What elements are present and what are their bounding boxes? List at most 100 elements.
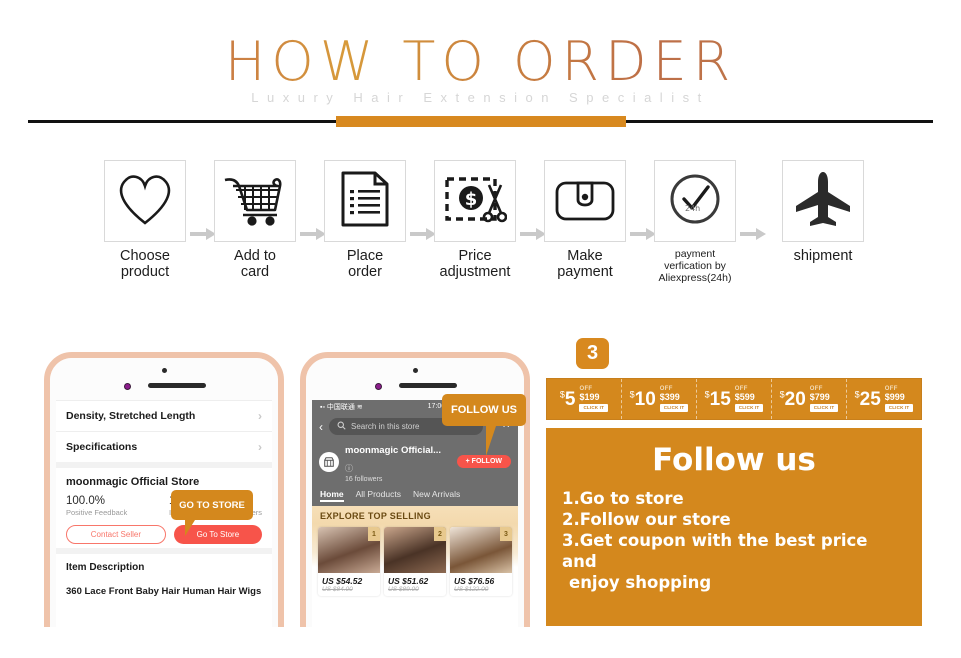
item-description-text: 360 Lace Front Baby Hair Human Hair Wigs bbox=[66, 586, 262, 597]
coupon-details: OFF $399 CLICK IT bbox=[659, 386, 689, 412]
product-old-price: US $89.00 bbox=[388, 586, 419, 593]
step-label: Place order bbox=[346, 248, 384, 280]
coupon-claim-button[interactable]: CLICK IT bbox=[809, 404, 839, 412]
follow-step-3-continued: enjoy shopping bbox=[569, 573, 712, 592]
top-selling-banner: EXPLORE TOP SELLING bbox=[312, 506, 518, 524]
callout-text: GO TO STORE bbox=[179, 499, 245, 511]
svg-text:$: $ bbox=[465, 189, 478, 210]
step-badge-3: 3 bbox=[576, 338, 609, 369]
step-label: Price adjustment bbox=[439, 248, 511, 280]
product-image: 3 bbox=[450, 527, 512, 573]
coupon-details: OFF $199 CLICK IT bbox=[579, 386, 609, 412]
signal-icon: ▪▫ bbox=[320, 403, 325, 411]
coupon-item[interactable]: $25 OFF $999 CLICK IT bbox=[847, 379, 921, 419]
phone-mockups: Density, Stretched Length › Specificatio… bbox=[0, 352, 540, 658]
coupon-strip: $5 OFF $199 CLICK IT $10 OFF $399 CLICK … bbox=[546, 378, 922, 420]
coupon-claim-button[interactable]: CLICK IT bbox=[659, 404, 689, 412]
product-card[interactable]: 2 US $51.62 US $89.00 bbox=[384, 527, 446, 596]
coupon-details: OFF $999 CLICK IT bbox=[884, 386, 914, 412]
header: HOW TO ORDER Luxury Hair Extension Speci… bbox=[0, 0, 961, 134]
coupon-item[interactable]: $15 OFF $599 CLICK IT bbox=[697, 379, 772, 419]
store-name: moonmagic Official... bbox=[345, 445, 442, 456]
step-label: Add to card bbox=[234, 248, 276, 280]
svg-text:24h: 24h bbox=[685, 204, 700, 213]
how-to-order-infographic: HOW TO ORDER Luxury Hair Extension Speci… bbox=[0, 0, 961, 658]
sensor-icon bbox=[375, 383, 382, 390]
clock-check-24h-icon: 24h bbox=[666, 170, 724, 233]
rank-badge: 3 bbox=[500, 527, 512, 541]
coupon-amount: $5 bbox=[559, 388, 576, 410]
step-icon-box bbox=[782, 160, 864, 242]
store-icon bbox=[319, 451, 339, 472]
contact-seller-button[interactable]: Contact Seller bbox=[66, 525, 166, 544]
price-tag-scissors-icon: $ bbox=[443, 171, 508, 232]
store-meta: moonmagic Official... ⓘ 16 followers bbox=[345, 440, 451, 483]
item-description-heading: Item Description bbox=[66, 562, 145, 573]
coupon-min-spend: $599 bbox=[734, 392, 755, 403]
product-card[interactable]: 3 US $76.56 US $122.00 bbox=[450, 527, 512, 596]
document-icon bbox=[340, 170, 390, 233]
coupon-amount: $20 bbox=[779, 388, 806, 410]
rank-badge: 1 bbox=[368, 527, 380, 541]
store-tabs: Home All Products New Arrivals bbox=[312, 486, 518, 506]
speaker-grille bbox=[148, 383, 206, 388]
row-label: Density, Stretched Length bbox=[66, 410, 196, 422]
go-to-store-callout: GO TO STORE bbox=[171, 490, 253, 536]
coupon-amount: $25 bbox=[854, 388, 881, 410]
product-old-price: US $122.00 bbox=[454, 586, 489, 593]
store-followers: 16 followers bbox=[345, 476, 383, 483]
tab-home[interactable]: Home bbox=[320, 489, 344, 502]
coupon-amount: $10 bbox=[629, 388, 656, 410]
rank-badge: 2 bbox=[434, 527, 446, 541]
coupon-claim-button[interactable]: CLICK IT bbox=[734, 404, 764, 412]
tab-new-arrivals[interactable]: New Arrivals bbox=[413, 489, 460, 502]
coupon-item[interactable]: $5 OFF $199 CLICK IT bbox=[547, 379, 622, 419]
stat-label: Positive Feedback bbox=[66, 508, 128, 517]
coupon-claim-button[interactable]: CLICK IT bbox=[884, 404, 914, 412]
camera-dot-icon bbox=[162, 368, 167, 373]
coupon-details: OFF $799 CLICK IT bbox=[809, 386, 839, 412]
follow-step-3: 3.Get coupon with the best price and bbox=[562, 531, 868, 571]
product-grid: 1 US $54.52 US $84.00 2 US $51.62 US $89… bbox=[312, 524, 518, 596]
header-divider-accent bbox=[336, 116, 626, 127]
back-chevron-icon[interactable]: ‹ bbox=[319, 420, 323, 434]
list-item[interactable]: Density, Stretched Length › bbox=[56, 400, 272, 431]
info-icon[interactable]: ⓘ bbox=[345, 464, 353, 473]
page-subtitle: Luxury Hair Extension Specialist bbox=[251, 90, 710, 105]
step-label: shipment bbox=[793, 248, 853, 264]
coupon-item[interactable]: $10 OFF $399 CLICK IT bbox=[622, 379, 697, 419]
callout-tail bbox=[486, 426, 496, 456]
product-card[interactable]: 1 US $54.52 US $84.00 bbox=[318, 527, 380, 596]
product-price: US $76.56 bbox=[454, 576, 495, 586]
follow-step-1: 1.Go to store bbox=[562, 489, 684, 508]
step-icon-box bbox=[214, 160, 296, 242]
callout-tail bbox=[185, 520, 195, 536]
item-description-section: Item Description 360 Lace Front Baby Hai… bbox=[56, 554, 272, 598]
coupon-min-spend: $399 bbox=[659, 392, 680, 403]
camera-dot-icon bbox=[413, 368, 418, 373]
coupon-claim-button[interactable]: CLICK IT bbox=[579, 404, 609, 412]
step-payment-verification: 24h payment verfication by Aliexpress(24… bbox=[652, 160, 738, 284]
product-image: 2 bbox=[384, 527, 446, 573]
coupon-details: OFF $599 CLICK IT bbox=[734, 386, 764, 412]
step-icon-box bbox=[104, 160, 186, 242]
sensor-icon bbox=[124, 383, 131, 390]
product-price: US $54.52 bbox=[322, 576, 363, 586]
list-item[interactable]: Specifications › bbox=[56, 431, 272, 462]
search-placeholder: Search in this store bbox=[351, 422, 420, 431]
stat-value: 100.0% bbox=[66, 495, 106, 507]
follow-us-callout: FOLLOW US bbox=[442, 394, 526, 456]
phone1-screen: Density, Stretched Length › Specificatio… bbox=[56, 400, 272, 646]
product-image: 1 bbox=[318, 527, 380, 573]
store-actions: Contact Seller Go To Store bbox=[66, 525, 262, 544]
coupon-min-spend: $799 bbox=[809, 392, 830, 403]
step-label: Make payment bbox=[557, 248, 613, 280]
step-label: Choose product bbox=[120, 248, 170, 280]
store-name: moonmagic Official Store bbox=[66, 476, 200, 488]
coupon-item[interactable]: $20 OFF $799 CLICK IT bbox=[772, 379, 847, 419]
follow-button[interactable]: + FOLLOW bbox=[456, 455, 511, 468]
tab-all-products[interactable]: All Products bbox=[356, 489, 401, 502]
page-title: HOW TO ORDER bbox=[0, 30, 961, 93]
wifi-icon: ≋ bbox=[356, 403, 363, 411]
coupon-min-spend: $199 bbox=[579, 392, 600, 403]
